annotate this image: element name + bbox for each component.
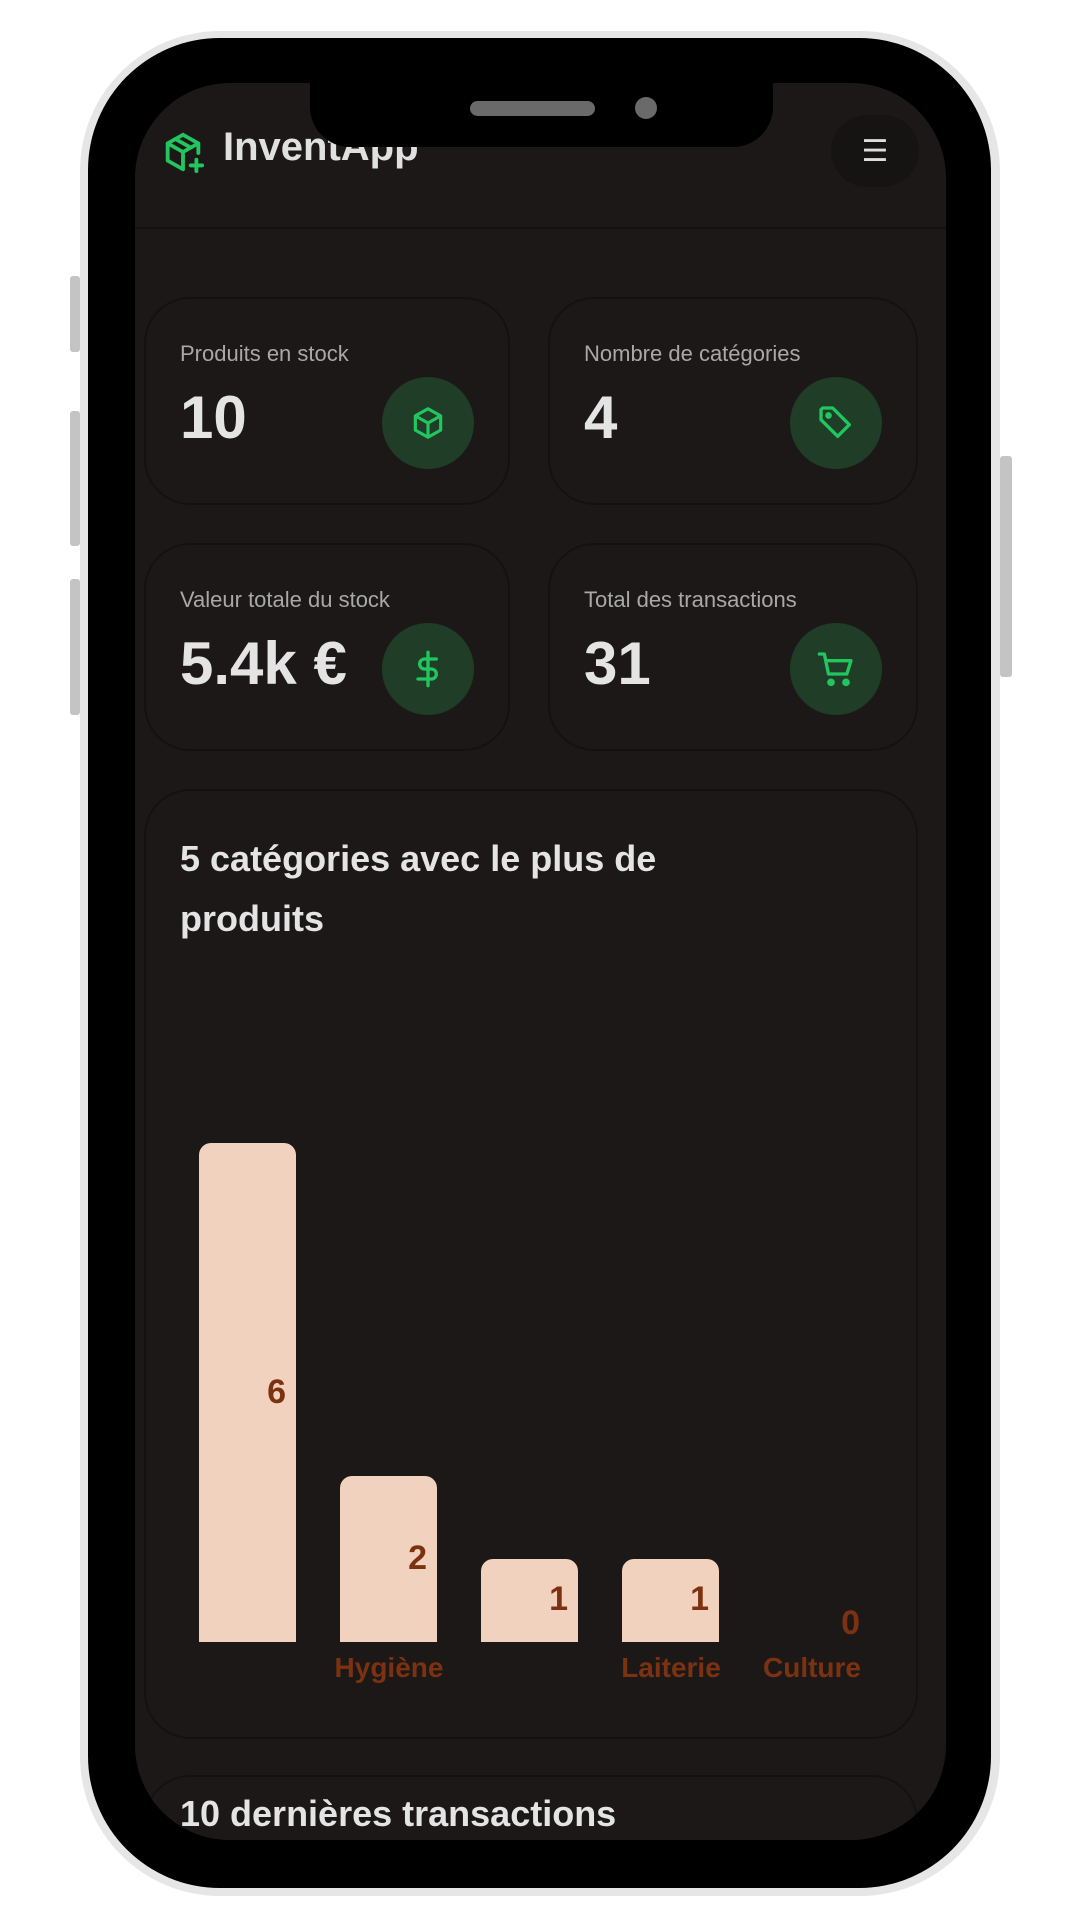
bar-value-label: 2 <box>408 1538 427 1577</box>
chart-title: 5 catégories avec le plus de produits <box>180 838 657 939</box>
speaker <box>470 101 595 116</box>
stat-value: 10 <box>180 384 247 451</box>
package-plus-icon <box>165 132 205 174</box>
box-icon <box>382 377 474 469</box>
stat-card-categories: Nombre de catégories 4 <box>548 297 918 505</box>
bar-value-label: 1 <box>690 1580 709 1619</box>
stat-card-products: Produits en stock 10 <box>144 297 510 505</box>
stat-card-stock-value: Valeur totale du stock 5.4k € <box>144 543 510 751</box>
stat-label: Valeur totale du stock <box>180 587 390 612</box>
camera <box>635 97 657 119</box>
menu-button[interactable]: ☰ <box>831 115 919 187</box>
category-label: Culture <box>763 1652 861 1683</box>
app-screen: InventApp ☰ Produits en stock 10 Nombre … <box>135 83 946 1840</box>
chart-card: 5 catégories avec le plus de produits 6 2… <box>144 789 918 1739</box>
hamburger-icon: ☰ <box>861 134 889 168</box>
stat-label: Produits en stock <box>180 341 349 366</box>
stat-card-transactions: Total des transactions 31 <box>548 543 918 751</box>
stat-value: 5.4k € <box>180 630 347 697</box>
stat-label: Nombre de catégories <box>584 341 801 366</box>
side-button <box>70 579 80 715</box>
stat-value: 4 <box>584 384 618 451</box>
side-button <box>70 411 80 546</box>
bar-value-label: 6 <box>267 1372 286 1411</box>
bar-value-label: 1 <box>549 1580 568 1619</box>
dollar-icon <box>382 623 474 715</box>
stat-label: Total des transactions <box>584 587 797 612</box>
stat-value: 31 <box>584 630 651 697</box>
category-label: Hygiène <box>334 1652 444 1683</box>
cart-icon <box>790 623 882 715</box>
category-label: Laiterie <box>621 1652 721 1683</box>
transactions-title: 10 dernières transactions <box>180 1793 617 1834</box>
notch <box>310 83 773 147</box>
side-button <box>70 276 80 352</box>
tag-icon <box>790 377 882 469</box>
transactions-card: 10 dernières transactions <box>144 1775 918 1840</box>
side-button <box>1000 456 1012 677</box>
bar-value-label: 0 <box>841 1604 860 1642</box>
